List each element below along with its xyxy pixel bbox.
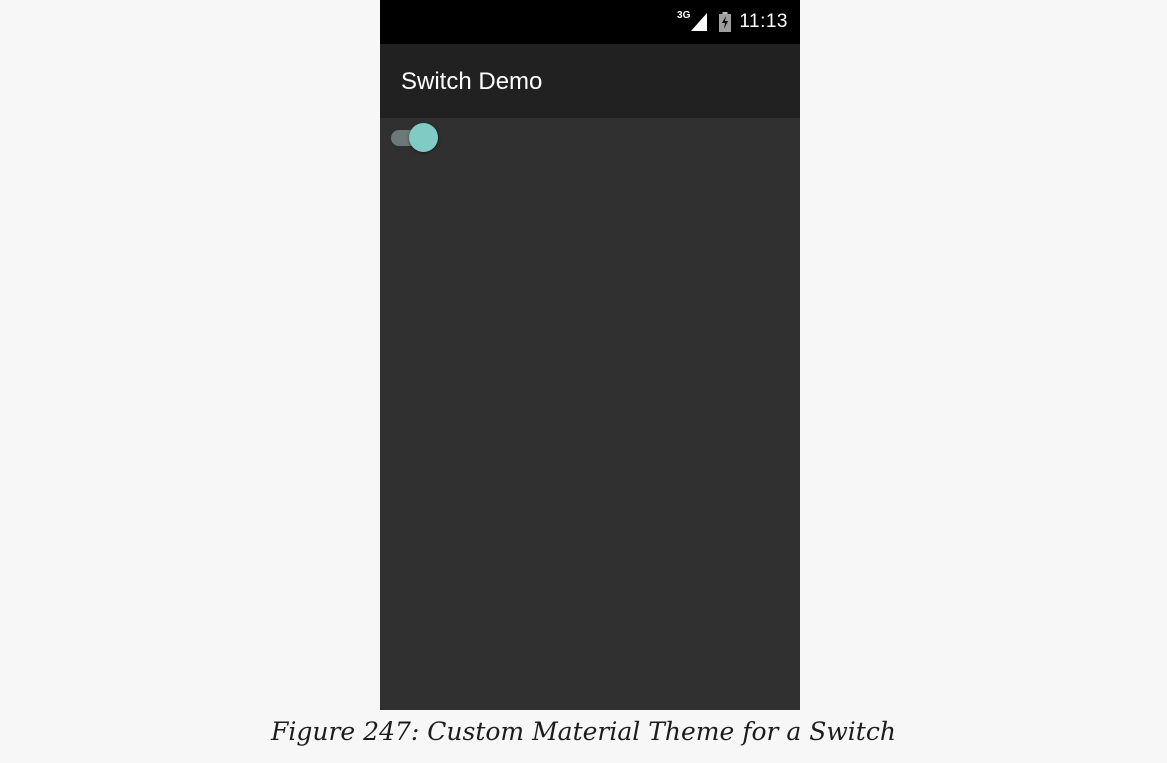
figure-caption: Figure 247: Custom Material Theme for a … (271, 717, 896, 746)
battery-charging-icon (719, 12, 732, 32)
app-bar: Switch Demo (380, 44, 800, 118)
status-bar: 3G 11:13 (380, 0, 800, 44)
app-title: Switch Demo (401, 68, 543, 95)
content-area (380, 118, 800, 710)
switch-thumb (409, 123, 438, 152)
network-type-label: 3G (677, 9, 691, 21)
cell-signal-icon (691, 13, 708, 31)
toggle-switch[interactable] (391, 122, 443, 152)
phone-screen: 3G 11:13 Switch Demo (380, 0, 800, 710)
status-clock: 11:13 (739, 11, 788, 32)
status-icons: 3G 11:13 (677, 0, 788, 44)
